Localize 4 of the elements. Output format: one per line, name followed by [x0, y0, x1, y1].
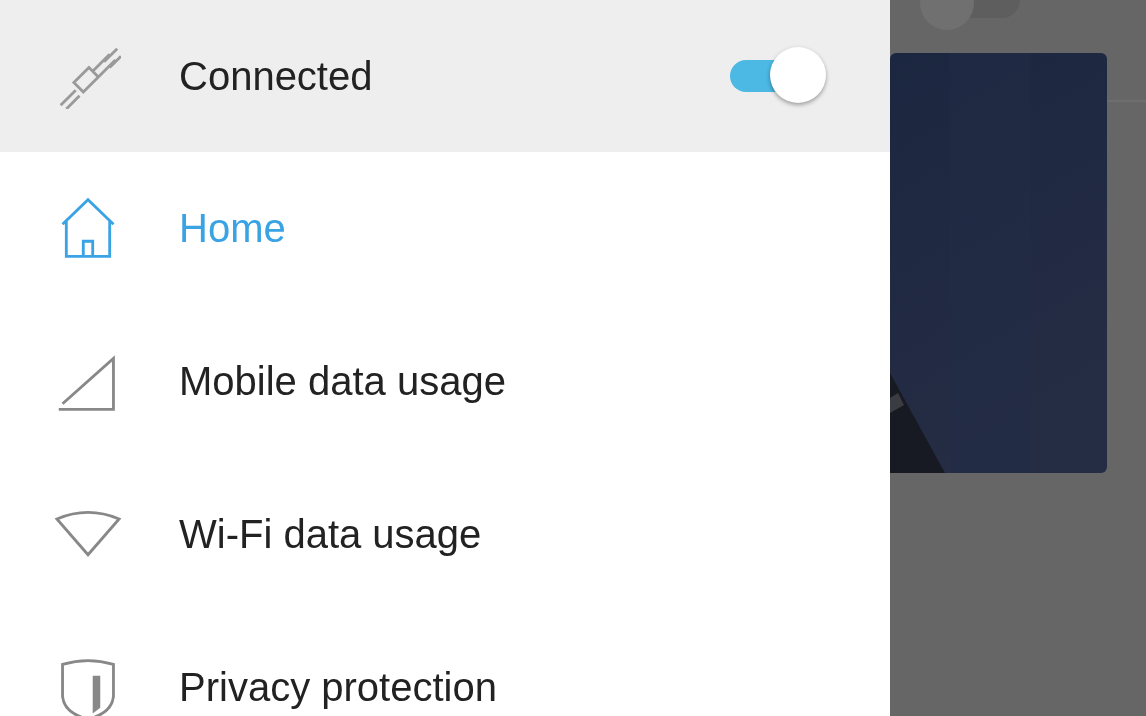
- menu-item[interactable]: Mobile data usage: [0, 305, 890, 458]
- connection-label: Connected: [179, 53, 374, 99]
- menu-item[interactable]: Wi-Fi data usage: [0, 458, 890, 611]
- menu-item[interactable]: Privacy protection: [0, 611, 890, 716]
